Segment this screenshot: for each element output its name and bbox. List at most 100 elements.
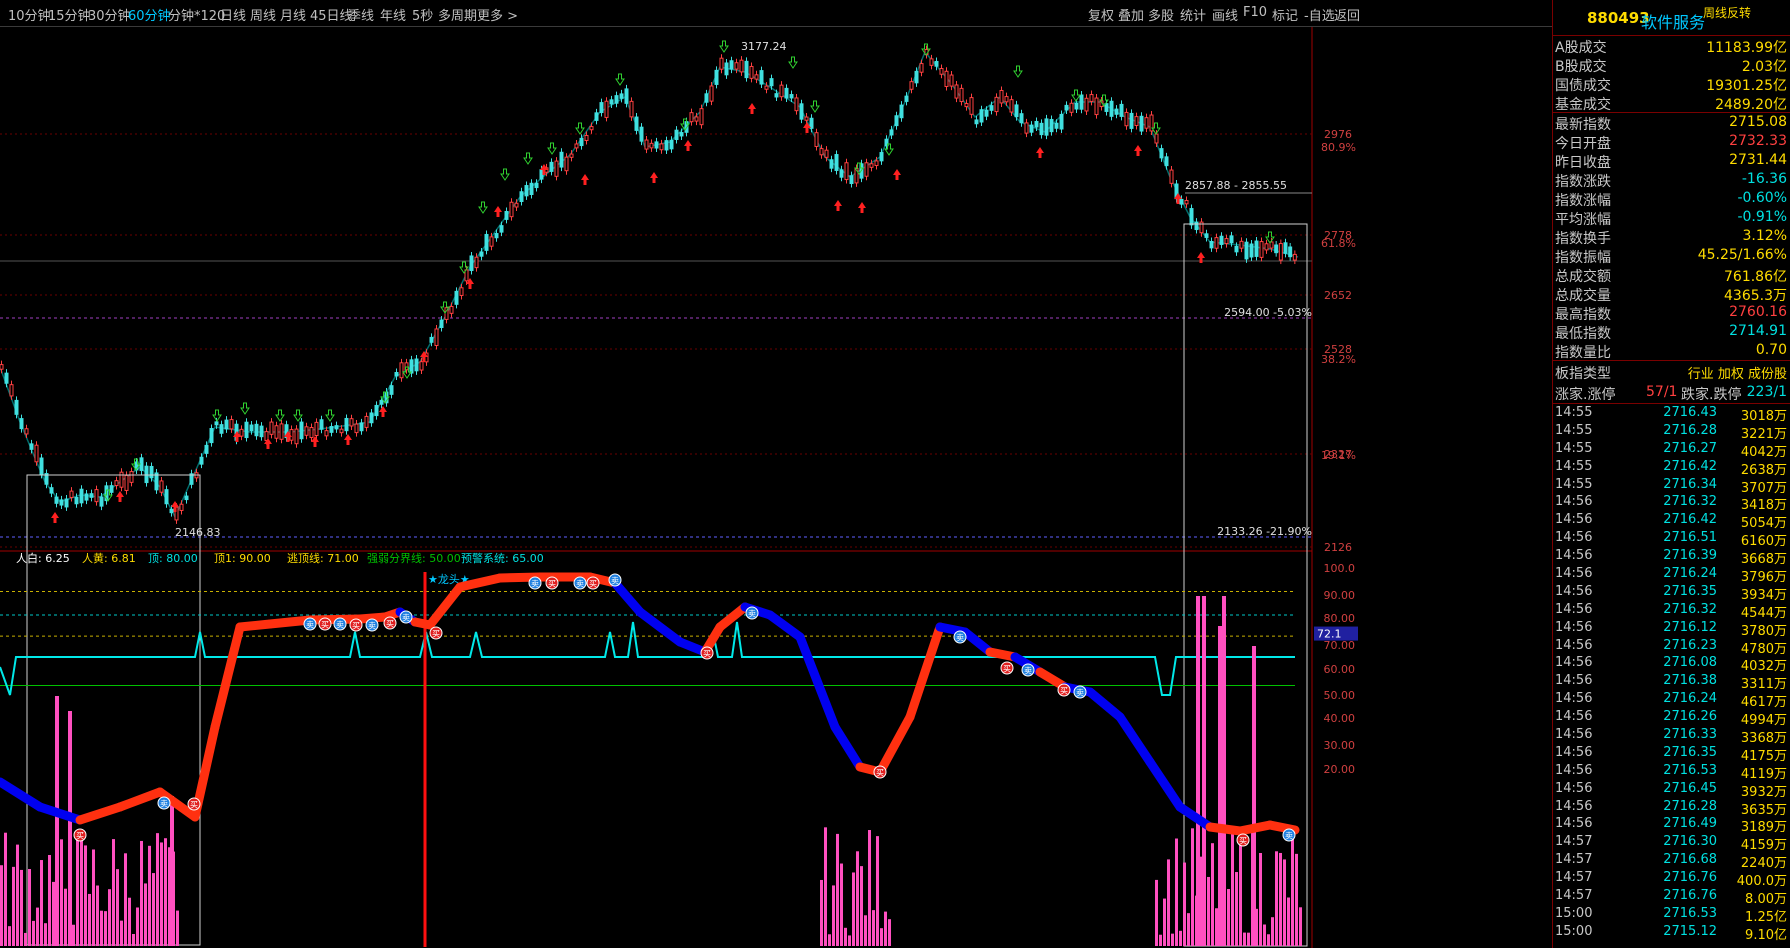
period-tab[interactable]: 15分钟 bbox=[48, 5, 91, 24]
candle-body bbox=[279, 423, 284, 440]
candle-body bbox=[694, 116, 699, 122]
stat-row: 总成交量 4365.3万 bbox=[1553, 284, 1790, 304]
candle-body bbox=[794, 97, 799, 112]
period-tab[interactable]: 季线 bbox=[348, 5, 374, 24]
buy-arrow bbox=[684, 140, 692, 151]
toolbar-button[interactable]: 统计 bbox=[1180, 5, 1206, 24]
stats-panel: A股成交 11183.99亿 B股成交 2.03亿 国债成交 19301.25亿 基金成交 2… bbox=[1553, 36, 1790, 361]
tick-price: 2716.28 bbox=[1663, 422, 1717, 438]
candle-body bbox=[49, 487, 54, 494]
candle-body bbox=[604, 100, 609, 118]
signal-bar bbox=[820, 879, 823, 946]
signal-bar-tall bbox=[68, 711, 72, 946]
candle-body bbox=[399, 362, 404, 379]
kline-chart[interactable]: 29762778265225282327212680.9%61.8%38.2%1… bbox=[0, 27, 1552, 948]
trend-ribbon-segment bbox=[875, 712, 915, 777]
candle-body bbox=[639, 126, 644, 142]
board-type-value[interactable]: 行业 加权 成份股 bbox=[1688, 363, 1787, 382]
period-tab[interactable]: 周线 bbox=[250, 5, 276, 24]
tick-row: 14:56 2716.35 4175万 bbox=[1553, 744, 1790, 764]
period-tab[interactable]: 日线 bbox=[220, 5, 246, 24]
candle-body bbox=[1059, 113, 1064, 130]
candle-body bbox=[659, 143, 664, 151]
signal-bar bbox=[828, 934, 831, 946]
stat-label: 基金成交 bbox=[1555, 97, 1611, 113]
candle-body bbox=[574, 143, 579, 149]
tick-price: 2716.39 bbox=[1663, 548, 1717, 564]
candle-body bbox=[959, 87, 964, 103]
tick-time: 14:57 bbox=[1555, 852, 1593, 868]
signal-bar bbox=[1231, 831, 1234, 946]
tick-time: 14:55 bbox=[1555, 458, 1593, 474]
signal-bar bbox=[1267, 934, 1270, 946]
signal-bar bbox=[1167, 859, 1170, 946]
sell-arrow bbox=[788, 56, 798, 69]
period-tab[interactable]: 年线 bbox=[380, 5, 406, 24]
period-tab[interactable]: 45日线 bbox=[310, 5, 353, 24]
price-tick-label: 2652 bbox=[1324, 289, 1352, 302]
tick-time: 14:55 bbox=[1555, 476, 1593, 492]
period-tab[interactable]: 分钟*120 bbox=[168, 5, 225, 24]
candle-body bbox=[734, 62, 739, 70]
candle-body bbox=[379, 399, 384, 405]
trend-ribbon-segment bbox=[610, 578, 645, 617]
signal-bar bbox=[108, 889, 111, 946]
period-tab[interactable]: 30分钟 bbox=[88, 5, 131, 24]
signal-bar bbox=[860, 866, 863, 946]
buy-arrow bbox=[858, 202, 866, 213]
candle-body bbox=[834, 154, 839, 171]
toolbar-button[interactable]: 画线 bbox=[1212, 5, 1238, 24]
period-tab[interactable]: 5秒 bbox=[412, 5, 433, 24]
candle-body bbox=[429, 336, 434, 343]
indicator-tick-label: 100.0 bbox=[1324, 562, 1356, 575]
candle-body bbox=[359, 422, 364, 432]
toolbar-button[interactable]: 复权 bbox=[1088, 5, 1114, 24]
candle-body bbox=[674, 129, 679, 140]
candle-body bbox=[459, 287, 464, 296]
candle-body bbox=[974, 119, 979, 125]
sell-arrow bbox=[293, 409, 303, 422]
candle-body bbox=[584, 134, 589, 141]
tick-price: 2716.33 bbox=[1663, 727, 1717, 743]
period-tab[interactable]: 多周期 bbox=[438, 5, 477, 24]
candle-body bbox=[1119, 103, 1124, 117]
period-tab[interactable]: 月线 bbox=[280, 5, 306, 24]
tick-time: 15:00 bbox=[1555, 923, 1593, 939]
stat-value: -16.36 bbox=[1741, 171, 1787, 187]
sell-arrow bbox=[1071, 89, 1081, 102]
toolbar-button[interactable]: 标记 bbox=[1272, 5, 1298, 24]
candle-body bbox=[489, 236, 494, 247]
signal-bar bbox=[852, 872, 855, 946]
candle-body bbox=[1274, 244, 1279, 254]
toolbar-button[interactable]: F10 bbox=[1243, 5, 1267, 20]
range-annotation: 2857.88 - 2855.55 bbox=[1185, 179, 1287, 192]
stat-label: 指数涨幅 bbox=[1555, 193, 1611, 209]
period-tab[interactable]: 10分钟 bbox=[8, 5, 51, 24]
buy-arrow bbox=[344, 434, 352, 445]
sell-arrow bbox=[523, 152, 533, 165]
tick-list[interactable]: 14:55 2716.43 3018万 14:55 2716.28 3221万 14:55 2… bbox=[1553, 404, 1790, 943]
stat-row: 指数涨幅 -0.60% bbox=[1553, 189, 1790, 209]
toolbar-button[interactable]: 多股 bbox=[1148, 5, 1174, 24]
signal-bar bbox=[40, 860, 43, 946]
toolbar-button[interactable]: 返回 bbox=[1334, 5, 1360, 24]
candle-body bbox=[789, 94, 794, 99]
sell-arrow bbox=[240, 402, 250, 415]
candle-body bbox=[1109, 100, 1114, 117]
tick-time: 14:56 bbox=[1555, 583, 1593, 599]
signal-label: 卖 bbox=[748, 610, 756, 619]
period-tab[interactable]: 更多 > bbox=[477, 5, 518, 24]
candle-body bbox=[749, 65, 754, 79]
signal-bar bbox=[1175, 838, 1178, 946]
signal-bar bbox=[1187, 913, 1190, 946]
candle-body bbox=[1104, 103, 1109, 112]
toolbar-button[interactable]: -自选 bbox=[1304, 5, 1335, 24]
candle-body bbox=[1074, 102, 1079, 110]
signal-bar bbox=[1183, 862, 1186, 946]
down-limit-value: 223/1 bbox=[1746, 384, 1787, 400]
toolbar-button[interactable]: 叠加 bbox=[1118, 5, 1144, 24]
period-tab[interactable]: 60分钟 bbox=[128, 5, 171, 24]
signal-bar bbox=[32, 920, 35, 946]
tick-price: 2716.24 bbox=[1663, 691, 1717, 707]
signal-bar bbox=[876, 836, 879, 946]
